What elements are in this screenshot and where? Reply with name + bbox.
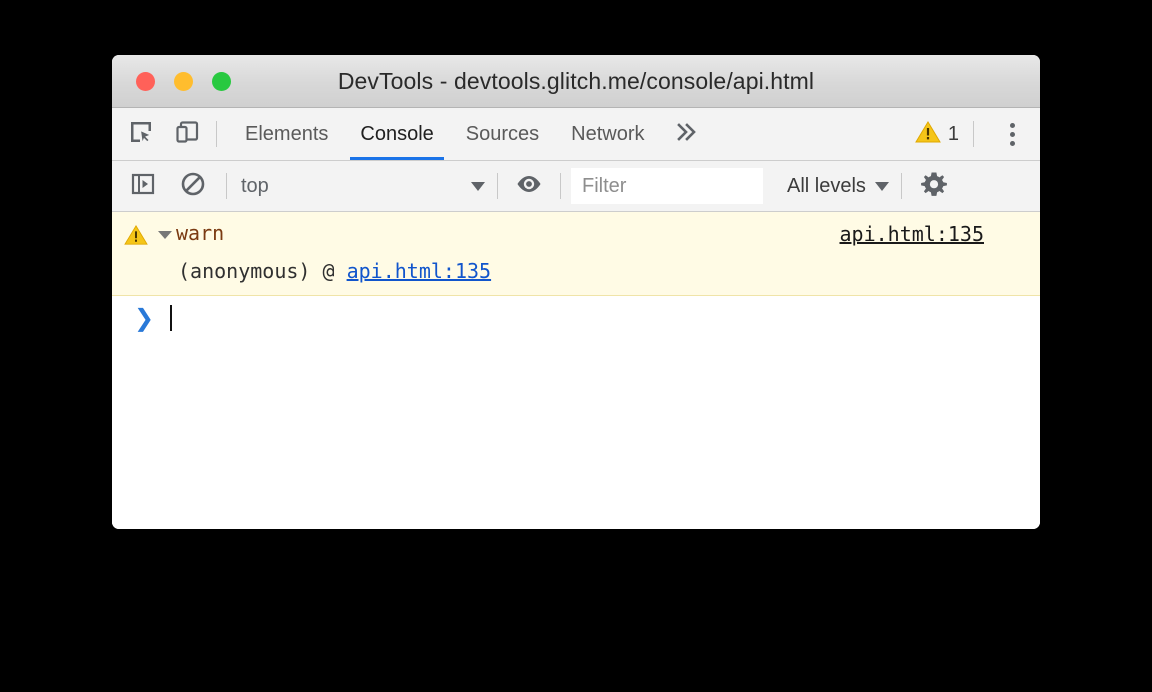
chevron-down-icon: [874, 181, 889, 191]
double-chevron-right-icon: [675, 121, 699, 148]
console-message-text: warn: [176, 221, 225, 245]
clear-console-icon: [180, 171, 206, 202]
console-prompt-row[interactable]: ❯: [112, 296, 1040, 340]
console-filter-placeholder: Filter: [582, 174, 627, 197]
clear-console-button[interactable]: [176, 169, 210, 203]
console-filter-input[interactable]: Filter: [571, 168, 763, 204]
tab-network-label: Network: [571, 122, 645, 145]
console-toolbar: top Filter All levels: [112, 161, 1040, 212]
warning-triangle-icon: [124, 224, 148, 251]
devtools-window: DevTools - devtools.glitch.me/console/ap…: [112, 55, 1040, 529]
execution-context-selector[interactable]: top: [227, 168, 497, 204]
console-toolbar-divider-2: [497, 173, 498, 199]
tab-console[interactable]: Console: [344, 108, 449, 160]
warning-count-badge[interactable]: 1: [914, 120, 959, 149]
console-message-list: warn api.html:135 (anonymous) @ api.html…: [112, 212, 1040, 529]
tab-console-label: Console: [360, 122, 434, 145]
more-tabs-button[interactable]: [661, 108, 713, 160]
kebab-dot: [1009, 140, 1015, 146]
create-live-expression-button[interactable]: [512, 169, 546, 203]
execution-context-value: top: [241, 174, 269, 197]
window-title: DevTools - devtools.glitch.me/console/ap…: [337, 68, 815, 94]
tab-network[interactable]: Network: [555, 108, 660, 160]
warning-triangle-icon: [914, 120, 941, 149]
console-log-levels-value: All levels: [787, 174, 866, 197]
tabbar-divider-right: [973, 121, 974, 147]
sidebar-toggle-icon: [130, 172, 156, 201]
tab-sources-label: Sources: [465, 122, 540, 145]
inspect-element-icon: [128, 119, 154, 150]
console-sidebar-toggle-button[interactable]: [126, 169, 160, 203]
kebab-dot: [1009, 131, 1015, 137]
console-stack-frame-link[interactable]: api.html:135: [347, 259, 492, 283]
console-settings-button[interactable]: [914, 168, 954, 204]
expand-stack-trace-toggle[interactable]: [158, 231, 172, 239]
console-toolbar-divider-4: [900, 173, 902, 199]
device-toolbar-icon: [174, 119, 200, 150]
kebab-dot: [1009, 122, 1015, 128]
console-toolbar-divider-3: [560, 173, 561, 199]
warning-count-label: 1: [947, 122, 959, 145]
console-log-levels-selector[interactable]: All levels: [775, 168, 901, 204]
chevron-down-icon: [471, 181, 485, 191]
tab-elements[interactable]: Elements: [229, 108, 344, 160]
tab-elements-label: Elements: [245, 122, 329, 145]
devtools-tabbar: Elements Console Sources Network 1: [112, 108, 1040, 161]
console-prompt-input[interactable]: [172, 296, 1040, 340]
prompt-chevron-icon: ❯: [134, 304, 155, 332]
inspect-element-button[interactable]: [124, 117, 158, 151]
console-message-source-link[interactable]: api.html:135: [840, 222, 985, 246]
gear-icon: [920, 170, 948, 203]
console-stack-frame: (anonymous) @ api.html:135: [112, 257, 1040, 285]
console-message-header: warn api.html:135: [112, 220, 1040, 251]
console-message-warning[interactable]: warn api.html:135 (anonymous) @ api.html…: [112, 212, 1040, 296]
window-titlebar: DevTools - devtools.glitch.me/console/ap…: [112, 55, 1040, 108]
tabbar-divider: [216, 121, 217, 147]
console-stack-frame-function: (anonymous) @: [178, 259, 347, 283]
tab-sources[interactable]: Sources: [450, 108, 555, 160]
devtools-main-menu-button[interactable]: [994, 116, 1030, 152]
eye-icon: [515, 173, 543, 200]
device-toolbar-button[interactable]: [170, 117, 204, 151]
